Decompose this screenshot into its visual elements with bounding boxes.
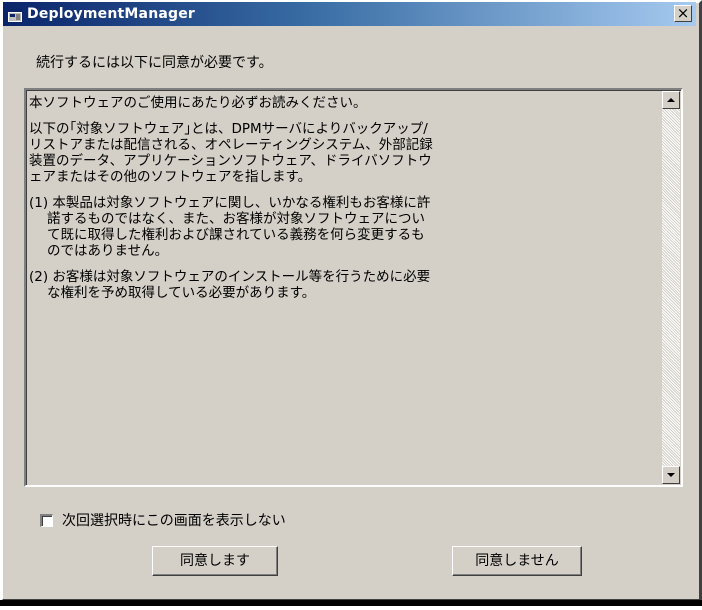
up-arrow-icon (667, 98, 675, 102)
vertical-scrollbar[interactable] (662, 91, 680, 484)
down-arrow-icon (667, 473, 675, 477)
dont-show-again-label[interactable]: 次回選択時にこの画面を表示しない (62, 512, 286, 530)
close-button[interactable]: × (674, 5, 692, 22)
license-paragraph: 本ソフトウェアのご使用にあたり必ずお読みください。 (29, 95, 367, 111)
window-bottom-edge (0, 600, 702, 606)
agree-button[interactable]: 同意します (152, 546, 278, 576)
app-icon (8, 7, 22, 22)
instruction-text: 続行するには以下に同意が必要です。 (36, 55, 273, 71)
title-bar[interactable]: DeploymentManager × (3, 2, 696, 26)
dont-show-again-checkbox[interactable] (40, 514, 53, 527)
license-paragraph: (1) 本製品は対象ソフトウェアに関し、いかなる権利もお客様に許 諾するものでは… (29, 195, 431, 259)
close-icon: × (676, 4, 690, 22)
disagree-button[interactable]: 同意しません (452, 546, 582, 576)
license-text: 本ソフトウェアのご使用にあたり必ずお読みください。 以下の｢対象ソフトウェア｣と… (29, 95, 649, 311)
license-paragraph: 以下の｢対象ソフトウェア｣とは、DPMサーバによりバックアップ/ リストアまたは… (29, 121, 433, 185)
license-textbox[interactable]: 本ソフトウェアのご使用にあたり必ずお読みください。 以下の｢対象ソフトウェア｣と… (24, 88, 683, 487)
window-title: DeploymentManager (27, 6, 196, 22)
scroll-up-button[interactable] (662, 91, 680, 109)
license-paragraph: (2) お客様は対象ソフトウェアのインストール等を行うために必要 な権利を予め取… (29, 269, 431, 301)
scroll-down-button[interactable] (662, 466, 680, 484)
